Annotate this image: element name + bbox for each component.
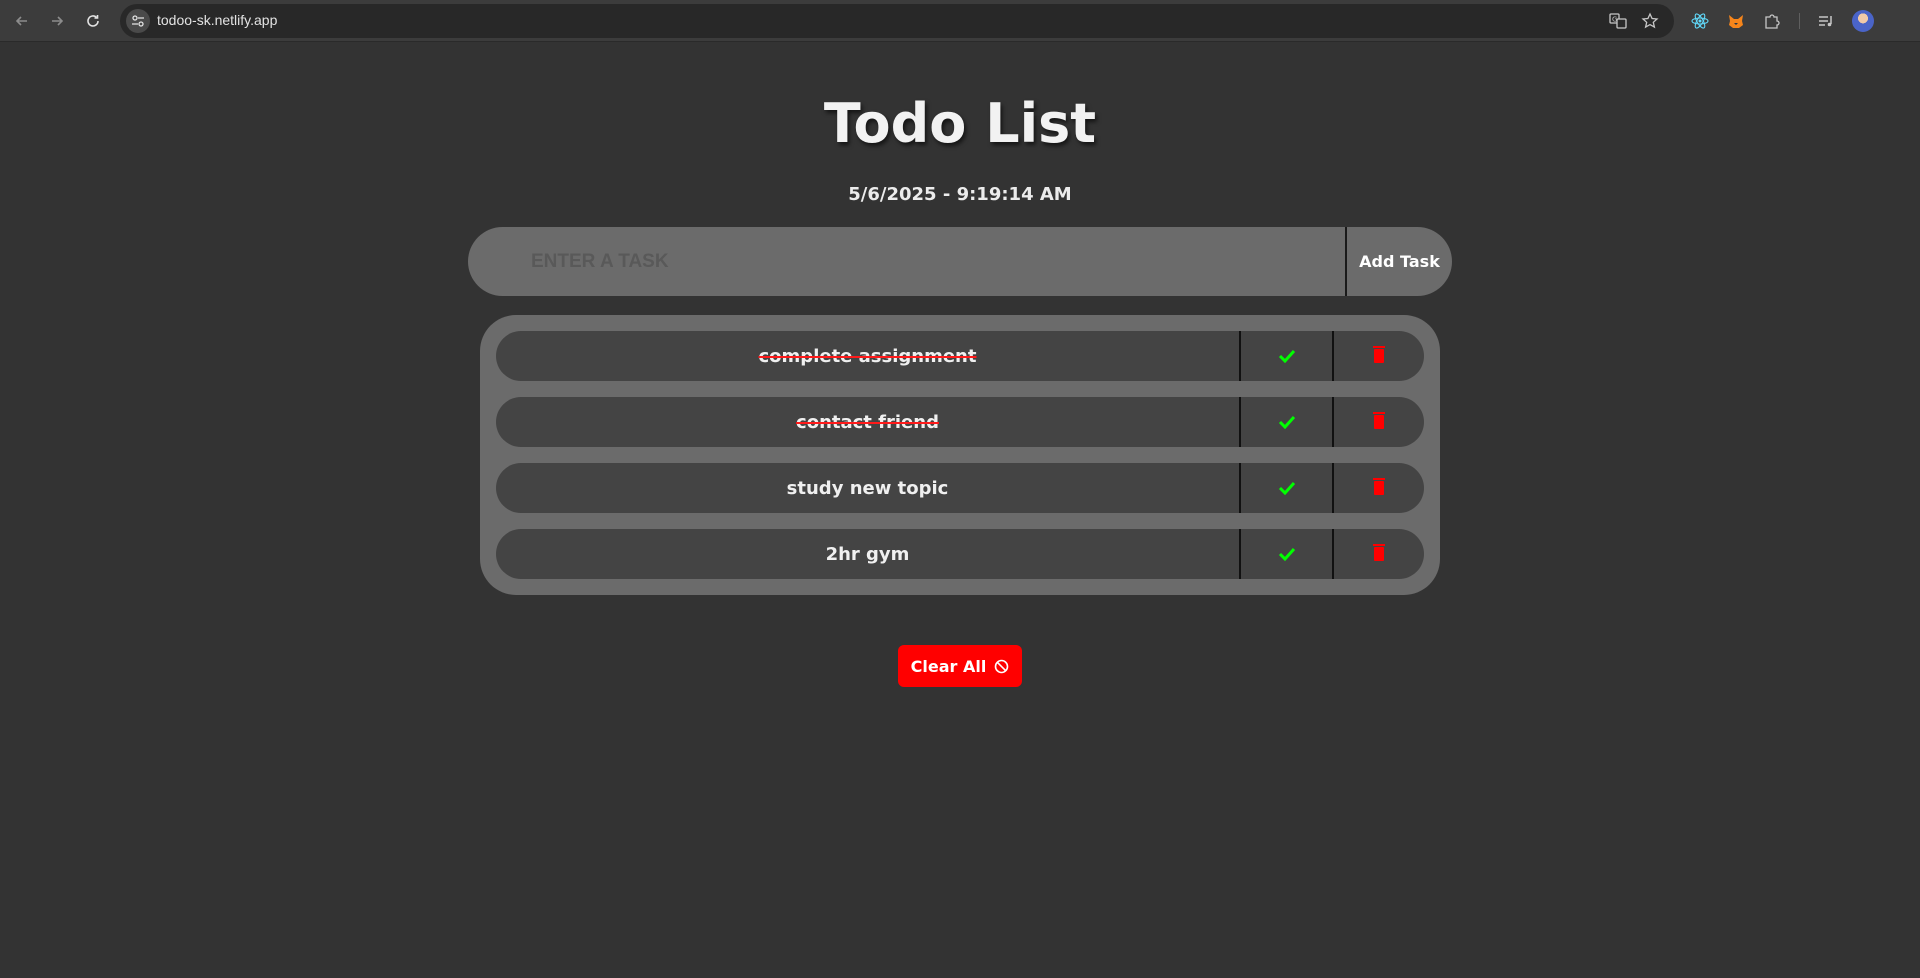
delete-task-button[interactable] xyxy=(1332,397,1424,447)
clear-all-button[interactable]: Clear All xyxy=(898,645,1022,687)
forward-button[interactable] xyxy=(45,9,69,33)
task-list: complete assignment contact friend study… xyxy=(480,315,1440,595)
reload-button[interactable] xyxy=(81,9,105,33)
toolbar-divider xyxy=(1799,13,1800,29)
task-text: contact friend xyxy=(796,411,939,433)
task-row: complete assignment xyxy=(496,331,1424,381)
trash-icon xyxy=(1373,346,1385,363)
extensions-button[interactable] xyxy=(1761,10,1783,32)
check-icon xyxy=(1278,415,1295,429)
complete-task-button[interactable] xyxy=(1239,397,1332,447)
trash-icon xyxy=(1373,412,1385,429)
playlist-icon xyxy=(1819,16,1832,27)
ban-icon xyxy=(995,659,1009,673)
check-icon xyxy=(1278,547,1295,561)
check-icon xyxy=(1278,481,1295,495)
media-controls-button[interactable] xyxy=(1815,10,1837,32)
metamask-extension[interactable] xyxy=(1725,10,1747,32)
task-text: study new topic xyxy=(786,477,949,499)
check-icon xyxy=(1278,349,1295,363)
reload-icon xyxy=(87,15,99,27)
address-bar[interactable]: todoo-sk.netlify.app G xyxy=(120,4,1674,38)
current-datetime: 5/6/2025 - 9:19:14 AM xyxy=(848,184,1072,205)
add-task-form: Add Task xyxy=(468,227,1452,296)
browser-toolbar: todoo-sk.netlify.app G xyxy=(0,0,1920,42)
profile-avatar[interactable] xyxy=(1852,10,1874,32)
translate-icon: G xyxy=(1609,13,1627,29)
react-devtools-extension[interactable] xyxy=(1689,10,1711,32)
trash-icon xyxy=(1373,478,1385,495)
task-row: contact friend xyxy=(496,397,1424,447)
complete-task-button[interactable] xyxy=(1239,331,1332,381)
task-text: 2hr gym xyxy=(825,543,910,565)
clear-all-label: Clear All xyxy=(910,656,987,676)
tune-icon xyxy=(132,15,144,27)
task-input[interactable] xyxy=(468,227,1345,296)
complete-task-button[interactable] xyxy=(1239,463,1332,513)
task-row: 2hr gym xyxy=(496,529,1424,579)
back-button[interactable] xyxy=(10,9,34,33)
delete-task-button[interactable] xyxy=(1332,463,1424,513)
translate-button[interactable]: G xyxy=(1608,11,1628,31)
fox-icon xyxy=(1729,15,1743,28)
site-info-button[interactable] xyxy=(126,9,150,33)
delete-task-button[interactable] xyxy=(1332,529,1424,579)
arrow-right-icon xyxy=(52,16,64,26)
task-text: complete assignment xyxy=(758,345,977,367)
trash-icon xyxy=(1373,544,1385,561)
add-task-button[interactable]: Add Task xyxy=(1345,227,1452,296)
complete-task-button[interactable] xyxy=(1239,529,1332,579)
page-title: Todo List xyxy=(823,92,1097,155)
delete-task-button[interactable] xyxy=(1332,331,1424,381)
svg-text:G: G xyxy=(1612,16,1617,24)
puzzle-icon xyxy=(1765,14,1780,29)
bookmark-button[interactable] xyxy=(1640,11,1660,31)
task-row: study new topic xyxy=(496,463,1424,513)
star-icon xyxy=(1641,12,1659,29)
arrow-left-icon xyxy=(15,16,27,26)
url-text[interactable]: todoo-sk.netlify.app xyxy=(157,12,277,28)
react-icon xyxy=(1691,13,1709,29)
